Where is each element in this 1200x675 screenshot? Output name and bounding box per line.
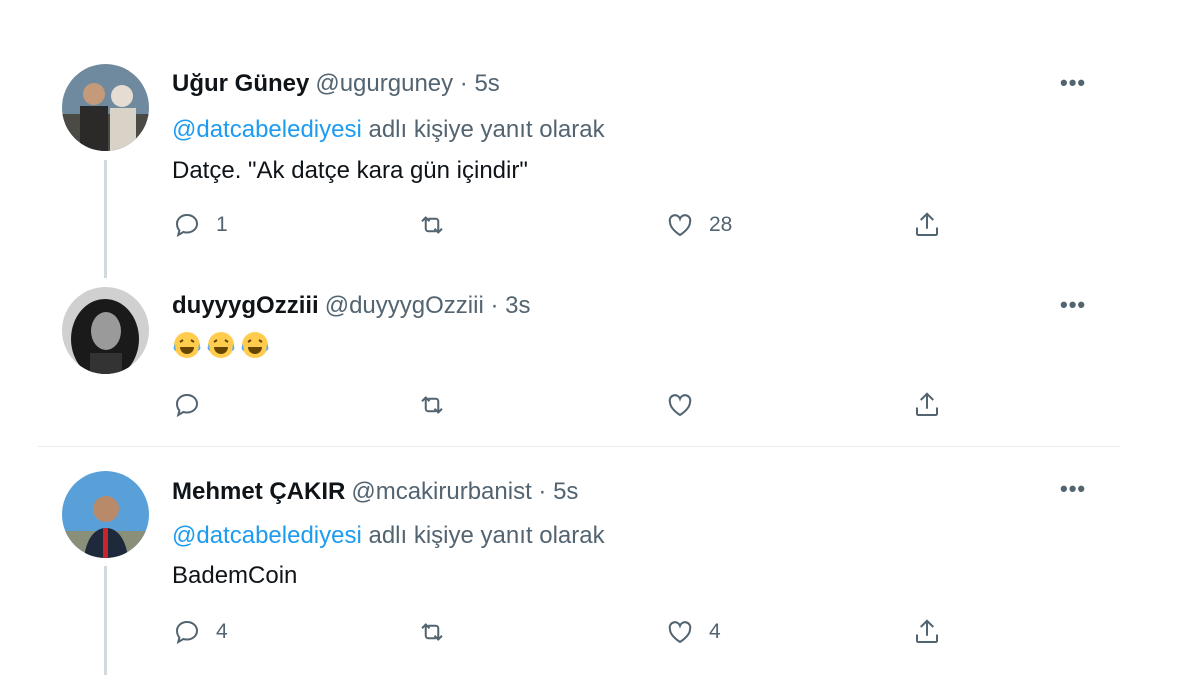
like-count: 28 xyxy=(709,213,733,236)
avatar[interactable] xyxy=(62,287,149,374)
author-handle[interactable]: @ugurguney · 5s xyxy=(315,70,499,97)
laughing-tears-emoji-icon xyxy=(241,332,269,358)
mention-link[interactable]: @datcabelediyesi xyxy=(172,522,362,549)
divider xyxy=(38,446,1120,447)
reply-icon xyxy=(175,620,199,645)
reply-count: 1 xyxy=(216,213,228,236)
mention-link[interactable]: @datcabelediyesi xyxy=(172,116,362,143)
like-icon xyxy=(668,214,692,237)
like-button[interactable]: 28 xyxy=(665,210,732,240)
retweet-button[interactable] xyxy=(417,210,461,240)
avatar[interactable] xyxy=(62,64,149,151)
thread-line xyxy=(104,566,107,675)
tweet-header: Uğur Güney @ugurguney · 5s xyxy=(172,70,500,98)
share-button[interactable] xyxy=(912,390,942,420)
more-icon[interactable]: ••• xyxy=(1060,70,1086,96)
author-name[interactable]: Mehmet ÇAKIR xyxy=(172,478,345,505)
tweet-text: BademCoin xyxy=(172,562,298,589)
share-icon xyxy=(916,212,938,236)
laughing-tears-emoji-icon xyxy=(173,332,201,358)
like-button[interactable]: 4 xyxy=(665,617,721,647)
retweet-icon xyxy=(421,396,443,414)
reply-context: @datcabelediyesi adlı kişiye yanıt olara… xyxy=(172,522,605,550)
author-name[interactable]: duyyygOzziii xyxy=(172,292,319,319)
reply-context-text: adlı kişiye yanıt olarak xyxy=(368,116,605,143)
reply-icon xyxy=(175,213,199,238)
share-icon xyxy=(916,392,938,416)
reply-button[interactable]: 4 xyxy=(172,617,228,647)
like-icon xyxy=(668,394,692,417)
share-button[interactable] xyxy=(912,210,942,240)
reply-context: @datcabelediyesi adlı kişiye yanıt olara… xyxy=(172,116,605,144)
reply-button[interactable] xyxy=(172,390,216,420)
retweet-icon xyxy=(421,623,443,641)
like-count: 4 xyxy=(709,620,721,643)
retweet-button[interactable] xyxy=(417,390,461,420)
share-icon xyxy=(916,619,938,643)
reply-button[interactable]: 1 xyxy=(172,210,228,240)
like-icon xyxy=(668,621,692,644)
reply-icon xyxy=(175,393,199,418)
laughing-tears-emoji-icon xyxy=(207,332,235,358)
tweet-header: duyyygOzziii @duyyygOzziii · 3s xyxy=(172,292,530,320)
reply-context-text: adlı kişiye yanıt olarak xyxy=(368,522,605,549)
author-name[interactable]: Uğur Güney xyxy=(172,70,309,97)
avatar[interactable] xyxy=(62,471,149,558)
thread-line xyxy=(104,160,107,278)
author-handle[interactable]: @mcakirurbanist · 5s xyxy=(351,478,578,505)
retweet-button[interactable] xyxy=(417,617,461,647)
retweet-icon xyxy=(421,216,443,234)
like-button[interactable] xyxy=(665,390,709,420)
reply-count: 4 xyxy=(216,620,228,643)
share-button[interactable] xyxy=(912,617,942,647)
more-icon[interactable]: ••• xyxy=(1060,292,1086,318)
more-icon[interactable]: ••• xyxy=(1060,476,1086,502)
author-handle[interactable]: @duyyygOzziii · 3s xyxy=(325,292,531,319)
tweet-header: Mehmet ÇAKIR @mcakirurbanist · 5s xyxy=(172,478,578,506)
tweet-text xyxy=(172,330,274,360)
tweet-text: Datçe. "Ak datçe kara gün içindir" xyxy=(172,157,528,184)
